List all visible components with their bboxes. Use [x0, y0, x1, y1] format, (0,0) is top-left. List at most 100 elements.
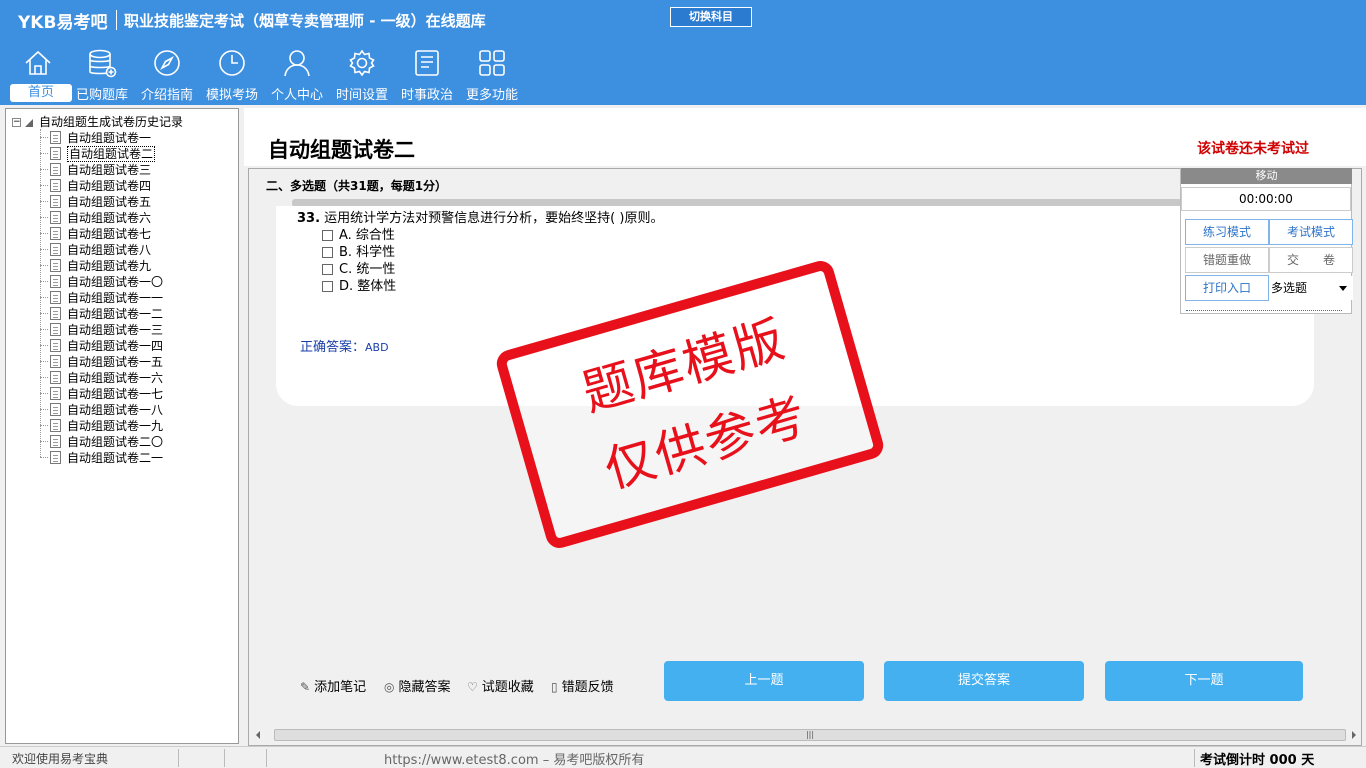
feedback-label: 错题反馈: [561, 680, 614, 695]
tree-item[interactable]: 自动组题试卷一三: [40, 321, 163, 337]
tree-branch: [40, 313, 48, 314]
tree-item[interactable]: 自动组题试卷一〇: [40, 273, 163, 289]
option-c-checkbox[interactable]: [322, 264, 333, 275]
practice-mode-button[interactable]: 练习模式: [1185, 219, 1269, 245]
status-divider: [178, 749, 179, 767]
document-icon: [50, 179, 61, 192]
tree-item[interactable]: 自动组题试卷二一: [40, 449, 163, 465]
document-icon: [50, 323, 61, 336]
tree-branch: [40, 425, 48, 426]
tree-item-label: 自动组题试卷二: [67, 146, 156, 162]
submit-paper-button[interactable]: 交 卷: [1269, 247, 1353, 273]
nav-current-affairs[interactable]: 时事政治: [395, 48, 459, 104]
tree-item-label: 自动组题试卷一一: [67, 291, 164, 305]
feedback-tool[interactable]: ▯ 错题反馈: [551, 676, 614, 695]
question-type-select[interactable]: 多选题: [1269, 276, 1353, 300]
exam-mode-button[interactable]: 考试模式: [1269, 219, 1353, 245]
tree-item[interactable]: 自动组题试卷一六: [40, 369, 163, 385]
title-divider: [116, 10, 117, 30]
paper-title: 自动组题试卷二: [268, 138, 415, 162]
exam-timer: 00:00:00: [1181, 187, 1351, 211]
tree-branch: [40, 249, 48, 250]
countdown-text: 考试倒计时 000 天: [1200, 753, 1315, 768]
scroll-right-icon[interactable]: [1352, 731, 1356, 739]
add-note-label: 添加笔记: [314, 680, 367, 695]
tree-branch: [40, 409, 48, 410]
tree-item[interactable]: 自动组题试卷四: [40, 177, 151, 193]
favorite-tool[interactable]: ♡ 试题收藏: [467, 676, 534, 695]
tree-item[interactable]: 自动组题试卷一一: [40, 289, 163, 305]
option-d-checkbox[interactable]: [322, 281, 333, 292]
scroll-left-icon[interactable]: [256, 731, 260, 739]
tree-item[interactable]: 自动组题试卷三: [40, 161, 151, 177]
panel-slider[interactable]: [1186, 310, 1342, 314]
nav-profile-label: 个人中心: [270, 88, 323, 103]
scroll-thumb[interactable]: |||: [274, 729, 1346, 741]
tree-item[interactable]: 自动组题试卷一五: [40, 353, 163, 369]
nav-time-settings[interactable]: 时间设置: [330, 48, 394, 104]
option-b-checkbox[interactable]: [322, 247, 333, 258]
option-a-checkbox[interactable]: [322, 230, 333, 241]
status-divider: [266, 749, 267, 767]
next-question-button[interactable]: 下一题: [1105, 661, 1303, 701]
tree-item-label: 自动组题试卷一五: [67, 355, 164, 369]
chevron-down-icon: [1339, 286, 1347, 291]
switch-subject-button[interactable]: 切换科目: [670, 7, 752, 27]
tree-item[interactable]: 自动组题试卷五: [40, 193, 151, 209]
nav-purchased[interactable]: 已购题库: [70, 48, 134, 104]
tree-item[interactable]: 自动组题试卷二: [40, 145, 156, 162]
nav-guide[interactable]: 介绍指南: [135, 48, 199, 104]
welcome-text: 欢迎使用易考宝典: [12, 752, 109, 766]
status-divider: [224, 749, 225, 767]
document-icon: [50, 147, 61, 160]
nav-guide-label: 介绍指南: [140, 88, 193, 103]
nav-home[interactable]: 首页: [6, 48, 72, 104]
tree-item[interactable]: 自动组题试卷一: [40, 129, 151, 145]
status-divider: [1194, 749, 1195, 767]
redo-wrong-button[interactable]: 错题重做: [1185, 247, 1269, 273]
move-handle[interactable]: 移动: [1181, 168, 1352, 184]
tree-item-label: 自动组题试卷一九: [67, 419, 164, 433]
tree-root[interactable]: − 自动组题生成试卷历史记录: [12, 113, 183, 130]
tree-item[interactable]: 自动组题试卷一四: [40, 337, 163, 353]
nav-profile[interactable]: 个人中心: [265, 48, 329, 104]
tree-item[interactable]: 自动组题试卷一七: [40, 385, 163, 401]
tree-branch: [40, 457, 48, 458]
option-d[interactable]: D. 整体性: [322, 275, 396, 294]
collapse-icon[interactable]: −: [12, 118, 21, 127]
tree-item[interactable]: 自动组题试卷九: [40, 257, 151, 273]
tree-item[interactable]: 自动组题试卷二〇: [40, 433, 163, 449]
tree-item[interactable]: 自动组题试卷八: [40, 241, 151, 257]
tree-item-label: 自动组题试卷六: [67, 211, 152, 225]
tree-item[interactable]: 自动组题试卷一二: [40, 305, 163, 321]
tree-item-label: 自动组题试卷一八: [67, 403, 164, 417]
document-icon: [50, 403, 61, 416]
tree-item[interactable]: 自动组题试卷七: [40, 225, 151, 241]
tree-branch: [40, 377, 48, 378]
nav-more[interactable]: 更多功能: [460, 48, 524, 104]
hide-answer-tool[interactable]: ◎ 隐藏答案: [384, 676, 451, 695]
tree-branch: [40, 185, 48, 186]
tree-item-label: 自动组题试卷一: [67, 131, 152, 145]
answer-label: 正确答案：: [300, 340, 366, 355]
tree-item[interactable]: 自动组题试卷一九: [40, 417, 163, 433]
tree-item-label: 自动组题试卷四: [67, 179, 152, 193]
document-icon: [50, 371, 61, 384]
nav-purchased-label: 已购题库: [75, 88, 128, 103]
tree-item[interactable]: 自动组题试卷一八: [40, 401, 163, 417]
question-type-value: 多选题: [1271, 281, 1308, 295]
document-icon: [50, 227, 61, 240]
document-icon: [50, 419, 61, 432]
nav-current-affairs-label: 时事政治: [400, 88, 453, 103]
tree-item-label: 自动组题试卷一〇: [67, 275, 164, 289]
nav-more-label: 更多功能: [465, 88, 518, 103]
tree-item[interactable]: 自动组题试卷六: [40, 209, 151, 225]
gear-icon: [349, 49, 375, 77]
prev-question-button[interactable]: 上一题: [664, 661, 864, 701]
nav-mock-exam[interactable]: 模拟考场: [200, 48, 264, 104]
submit-answer-button[interactable]: 提交答案: [884, 661, 1084, 701]
user-icon: [284, 50, 310, 77]
add-note-tool[interactable]: ✎ 添加笔记: [300, 676, 366, 695]
print-entry-button[interactable]: 打印入口: [1185, 275, 1269, 301]
horizontal-scrollbar[interactable]: |||: [252, 727, 1360, 743]
